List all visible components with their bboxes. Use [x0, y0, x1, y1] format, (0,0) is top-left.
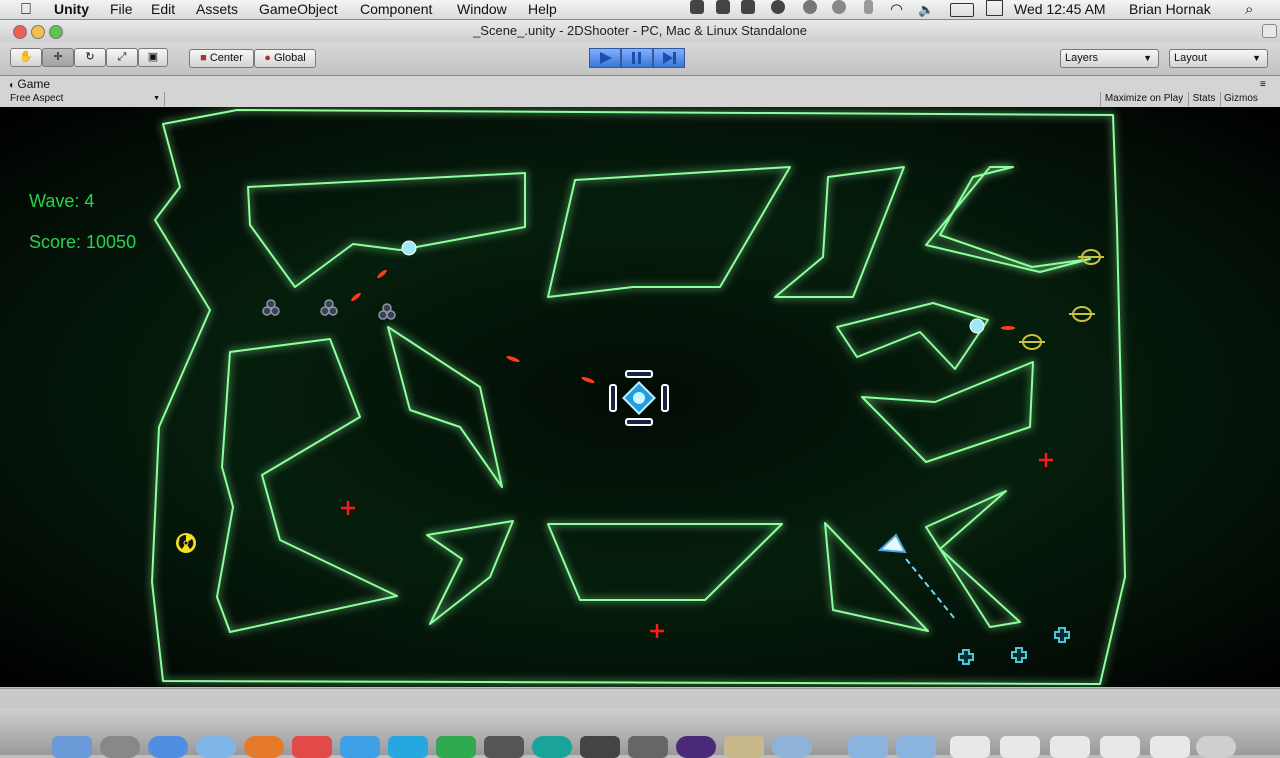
rect-tool-button[interactable]: ▣ — [138, 48, 168, 67]
layers-label: Layers — [1065, 52, 1099, 64]
bluetooth-icon[interactable] — [864, 0, 873, 14]
hand-icon: ✋ — [19, 51, 33, 63]
ring-enemies — [1019, 249, 1104, 350]
pivot-center-button[interactable]: ■ Center — [189, 49, 254, 68]
menu-window[interactable]: Window — [457, 0, 507, 19]
close-button[interactable] — [13, 25, 27, 39]
rotate-icon: ↻ — [85, 51, 95, 63]
gizmos-dropdown[interactable]: Gizmos — [1220, 92, 1270, 106]
pause-button[interactable] — [621, 48, 653, 68]
move-tool-button[interactable]: ✛ — [42, 48, 74, 67]
window-title-bar: _Scene_.unity - 2DShooter - PC, Mac & Li… — [0, 20, 1280, 42]
score-counter: Score: 10050 — [29, 232, 137, 252]
wall-center-left — [387, 326, 503, 488]
space-global-button[interactable]: ● Global — [254, 49, 316, 68]
menu-app-name[interactable]: Unity — [54, 0, 89, 19]
rect-icon: ▣ — [147, 51, 159, 63]
game-tab[interactable]: ◖ Game — [8, 77, 50, 93]
aspect-label: Free Aspect — [10, 93, 64, 104]
minimize-button[interactable] — [31, 25, 45, 39]
menu-assets[interactable]: Assets — [196, 0, 238, 19]
game-tab-icon: ◖ — [8, 80, 15, 91]
apple-icon[interactable]:  — [20, 0, 32, 19]
window-title: _Scene_.unity - 2DShooter - PC, Mac & Li… — [473, 23, 807, 38]
layers-dropdown[interactable]: Layers ▼ — [1060, 49, 1159, 68]
chevron-down-icon: ▼ — [153, 95, 160, 102]
menu-clock[interactable]: Wed 12:45 AM — [1014, 0, 1106, 19]
pivot-icon: ■ — [200, 52, 207, 64]
game-tab-label: Game — [17, 77, 51, 91]
space-label: Global — [273, 52, 306, 64]
scale-tool-button[interactable]: ⤢ — [106, 48, 138, 67]
calendar-icon[interactable] — [986, 0, 1003, 16]
step-icon — [663, 52, 676, 64]
chevron-down-icon: ▼ — [1143, 53, 1152, 63]
panel-menu-icon[interactable]: ≡ — [1260, 79, 1266, 90]
menu-component[interactable]: Component — [360, 0, 432, 19]
mac-menu-bar:  Unity File Edit Assets GameObject Comp… — [0, 0, 1280, 20]
game-view[interactable]: Wave: 4 Score: 10050 — [0, 107, 1280, 687]
menu-file[interactable]: File — [110, 0, 133, 19]
menu-user[interactable]: Brian Hornak — [1129, 0, 1211, 19]
evernote-icon[interactable] — [741, 0, 755, 14]
wall-bottom-right-b — [925, 490, 1021, 628]
wall-top-mid — [774, 166, 905, 298]
cross-enemies — [958, 627, 1070, 665]
menu-edit[interactable]: Edit — [151, 0, 175, 19]
spotlight-search-icon[interactable]: ⌕ — [1245, 0, 1253, 19]
wall-bottom-right-a — [824, 522, 929, 632]
time-machine-icon[interactable] — [832, 0, 846, 14]
battery-icon[interactable] — [950, 3, 974, 17]
play-button[interactable] — [589, 48, 621, 68]
chevron-down-icon: ▼ — [1252, 53, 1261, 63]
hand-tool-button[interactable]: ✋ — [10, 48, 42, 67]
triad-enemies — [262, 299, 396, 320]
game-scene — [151, 109, 1126, 685]
wall-right-mid — [861, 361, 1034, 463]
menu-help[interactable]: Help — [528, 0, 557, 19]
wall-top-left — [247, 172, 526, 288]
wall-top-center — [547, 166, 791, 298]
layout-dropdown[interactable]: Layout ▼ — [1169, 49, 1268, 68]
aspect-dropdown[interactable]: Free Aspect ▼ — [0, 92, 165, 106]
wave-counter: Wave: 4 — [29, 191, 95, 211]
menu-gameobject[interactable]: GameObject — [259, 0, 338, 19]
move-icon: ✛ — [53, 51, 63, 63]
player-ship — [877, 533, 956, 620]
globe-icon: ● — [264, 52, 271, 64]
game-panel-header — [0, 76, 1280, 108]
nuke-pickup — [176, 533, 196, 553]
step-button[interactable] — [653, 48, 685, 68]
disk-icon[interactable] — [803, 0, 817, 14]
wall-bottom-left — [426, 520, 514, 625]
wifi-icon[interactable]: ◠ — [890, 0, 903, 19]
hat-icon[interactable] — [771, 0, 785, 14]
html5-icon[interactable] — [716, 0, 730, 14]
pivot-label: Center — [209, 52, 243, 64]
pause-icon — [632, 52, 641, 64]
fullscreen-toggle[interactable] — [1262, 24, 1277, 38]
scale-icon: ⤢ — [117, 51, 127, 63]
wall-right-upper — [836, 302, 989, 370]
rotate-tool-button[interactable]: ↻ — [74, 48, 106, 67]
status-bar — [0, 688, 1280, 709]
gizmos-label: Gizmos — [1224, 93, 1258, 104]
maximize-on-play-toggle[interactable]: Maximize on Play — [1100, 92, 1187, 106]
wall-top-right — [925, 166, 1091, 273]
wall-left-mid — [216, 338, 398, 633]
dropbox-icon[interactable] — [690, 0, 704, 14]
zoom-button[interactable] — [49, 25, 63, 39]
layout-label: Layout — [1174, 52, 1208, 64]
play-icon — [600, 52, 612, 64]
player-base — [609, 370, 669, 426]
wall-bottom-center — [547, 523, 783, 601]
volume-icon[interactable]: 🔈 — [918, 0, 934, 19]
stats-toggle[interactable]: Stats — [1188, 92, 1219, 106]
